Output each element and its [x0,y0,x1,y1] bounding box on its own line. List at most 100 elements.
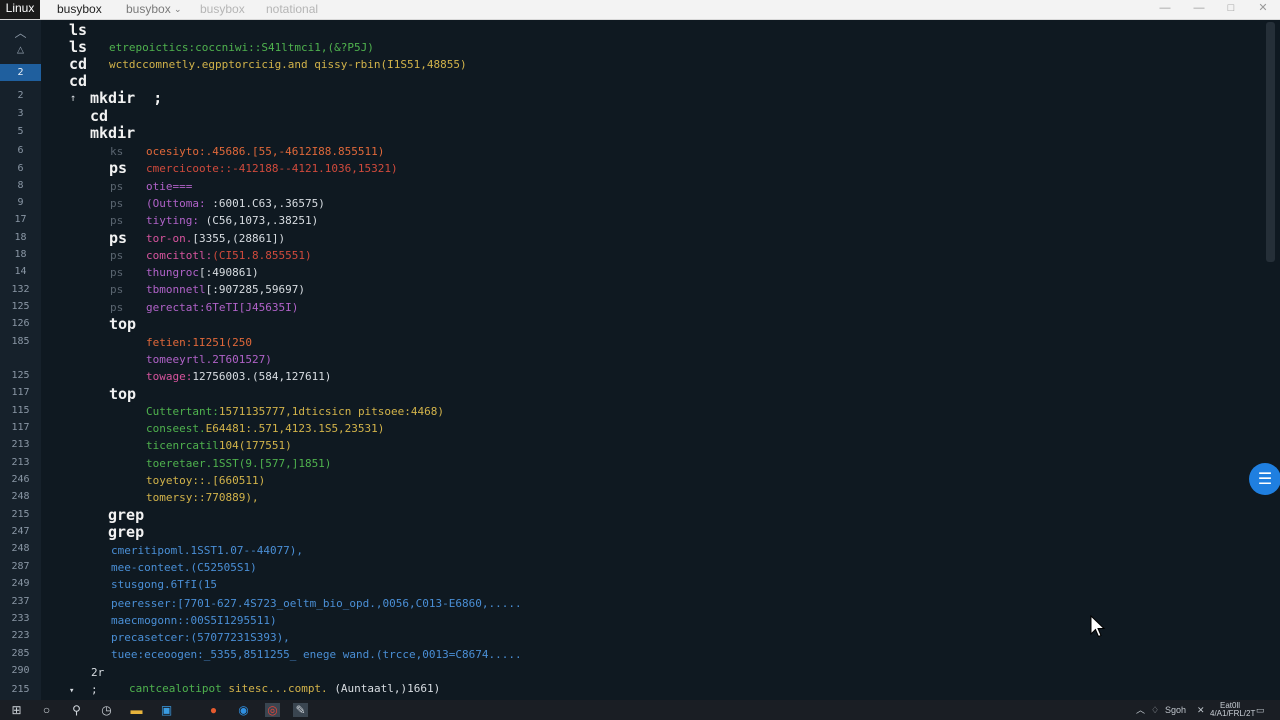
vertical-scrollbar[interactable] [1266,22,1275,262]
line-number: 185 [11,336,30,347]
line-number-active: 2 [0,64,41,81]
line-number: 285 [11,648,30,659]
code-text: ticenrcatil104(177551) [146,439,292,452]
code-text: precasetcer:(57077231S393), [111,631,290,644]
code-keyword: cd [90,107,109,125]
code-text: otie=== [146,180,193,193]
line-number: 117 [11,387,30,398]
code-editor[interactable]: ls ls etrepoictics:coccniwi::S41ltmci1,(… [41,20,1265,700]
code-keyword: cd [69,55,88,73]
code-keyword: grep [108,523,145,541]
folder-icon[interactable]: ▬ [129,703,144,717]
code-text: thungroc[:490861) [146,266,259,279]
code-text: Cuttertant:1571135777,1dticsicn pitsoee:… [146,405,445,418]
tab-busybox-2[interactable]: busybox [126,0,171,19]
line-number-gutter: ︿ △ 2 2 3 5 6 6 8 9 17 18 18 14 132 125 … [0,20,41,700]
system-clock[interactable]: Eat0ll 4/A1/FRL/2T [1210,702,1256,718]
tab-notational[interactable]: notational [266,0,318,19]
restore-icon[interactable]: — [1184,0,1214,19]
search-icon[interactable]: ○ [39,703,54,717]
network-icon[interactable]: ♢ [1151,703,1159,717]
code-text: peeresser:[7701-627.4S723_oeltm_bio_opd.… [111,597,522,610]
line-number: 249 [11,578,30,589]
line-number: 2 [17,90,24,101]
line-number: 215 [11,509,30,520]
code-text: toeretaer.1SST(9.[577,]1851) [146,457,332,470]
fold-marker-icon[interactable]: ↑ [70,91,76,107]
code-text: tomeeyrtl.2T601527) [146,353,272,366]
code-text: etrepoictics:coccniwi::S41ltmci1,(&?P5J) [109,41,374,54]
line-number: 17 [14,214,27,225]
code-prefix: ps [110,249,124,262]
code-keyword: ls [69,21,88,39]
code-text: conseest.E64481:.571,4123.1S5,23531) [146,422,385,435]
line-number: 14 [14,266,27,277]
line-number: 213 [11,457,30,468]
close-icon[interactable]: ✕ [1248,0,1278,19]
code-prefix: ps [110,180,124,193]
code-text: wctdccomnetly.egpptorcicig.and qissy-rbi… [109,58,467,71]
line-number: 117 [11,422,30,433]
line-number: 223 [11,630,30,641]
minimize-icon[interactable]: — [1150,0,1180,19]
fold-icon[interactable]: △ [0,42,41,56]
line-number: 215 [11,684,30,695]
code-text: tbmonnetl[:907285,59697) [146,283,305,296]
code-text: maecmogonn::00S5I1295511) [111,614,277,627]
code-prefix: ps [110,283,124,296]
mouse-cursor-icon [1090,615,1106,638]
code-text: cmeritipoml.1SST1.07--44077), [111,544,304,557]
code-prefix: ps [110,301,124,314]
maximize-icon[interactable]: □ [1216,0,1246,19]
start-icon[interactable]: ⊞ [9,703,24,717]
clock-date: 4/A1/FRL/2T [1210,709,1256,718]
code-text: tiyting: (C56,1073,.38251) [146,214,319,227]
tray-text[interactable]: Sgoh [1165,703,1186,717]
fold-down-icon[interactable]: ▾ [69,683,74,699]
tab-busybox-3[interactable]: busybox [200,0,245,19]
code-text: cmercicoote::-412188--4121.1036,15321) [146,162,398,175]
line-number: 247 [11,526,30,537]
tab-dropdown-icon[interactable]: ⌄ [174,0,182,19]
line-number: 18 [14,249,27,260]
code-keyword: ls [69,38,88,56]
code-text: fetien:1I251(250 [146,336,252,349]
line-number: 125 [11,301,30,312]
line-number: 6 [17,145,24,156]
line-number: 213 [11,439,30,450]
line-number: 246 [11,474,30,485]
code-text: (Outtoma: :6001.C63,.36575) [146,197,325,210]
code-keyword: grep [108,506,145,524]
code-keyword: mkdir ; [90,89,163,107]
line-number: 115 [11,405,30,416]
notification-icon[interactable]: ▭ [1256,703,1265,717]
magnifier-icon[interactable]: ⚲ [69,703,84,717]
line-number: 8 [17,180,24,191]
code-prefix: ps [110,266,124,279]
volume-icon[interactable]: ✕ [1197,703,1205,717]
terminal-icon[interactable]: ✎ [293,703,308,717]
line-number: 287 [11,561,30,572]
edge-icon[interactable]: ◉ [236,703,251,717]
code-text: tor-on.[3355,(28861]) [146,232,286,245]
code-keyword: ps [109,229,128,247]
line-number: 248 [11,543,30,554]
line-number: 6 [17,163,24,174]
code-text: stusgong.6TfI(15 [111,578,217,591]
taskbar: ⊞ ○ ⚲ ◷ ▬ ▣ ● ◉ ◎ ✎ ︿ ♢ Sgoh ✕ Eat0ll 4/… [0,700,1280,720]
code-text: ocesiyto:.45686.[55,-4612I88.855511) [146,145,385,158]
assistant-icon[interactable]: ☰ [1249,463,1280,495]
line-number: 248 [11,491,30,502]
tab-busybox-1[interactable]: busybox [57,0,102,19]
fold-up-icon[interactable]: ︿ [0,24,41,41]
firefox-icon[interactable]: ● [206,703,221,717]
chrome-icon[interactable]: ◎ [265,703,280,717]
store-icon[interactable]: ▣ [159,703,174,717]
line-number: 5 [17,126,24,137]
code-prefix: ks [110,145,124,158]
linux-logo[interactable]: Linux [0,0,40,19]
tray-chevron-icon[interactable]: ︿ [1136,703,1145,717]
code-text: towage:12756003.(584,127611) [146,370,332,383]
line-number: 233 [11,613,30,624]
task-view-icon[interactable]: ◷ [99,703,114,717]
